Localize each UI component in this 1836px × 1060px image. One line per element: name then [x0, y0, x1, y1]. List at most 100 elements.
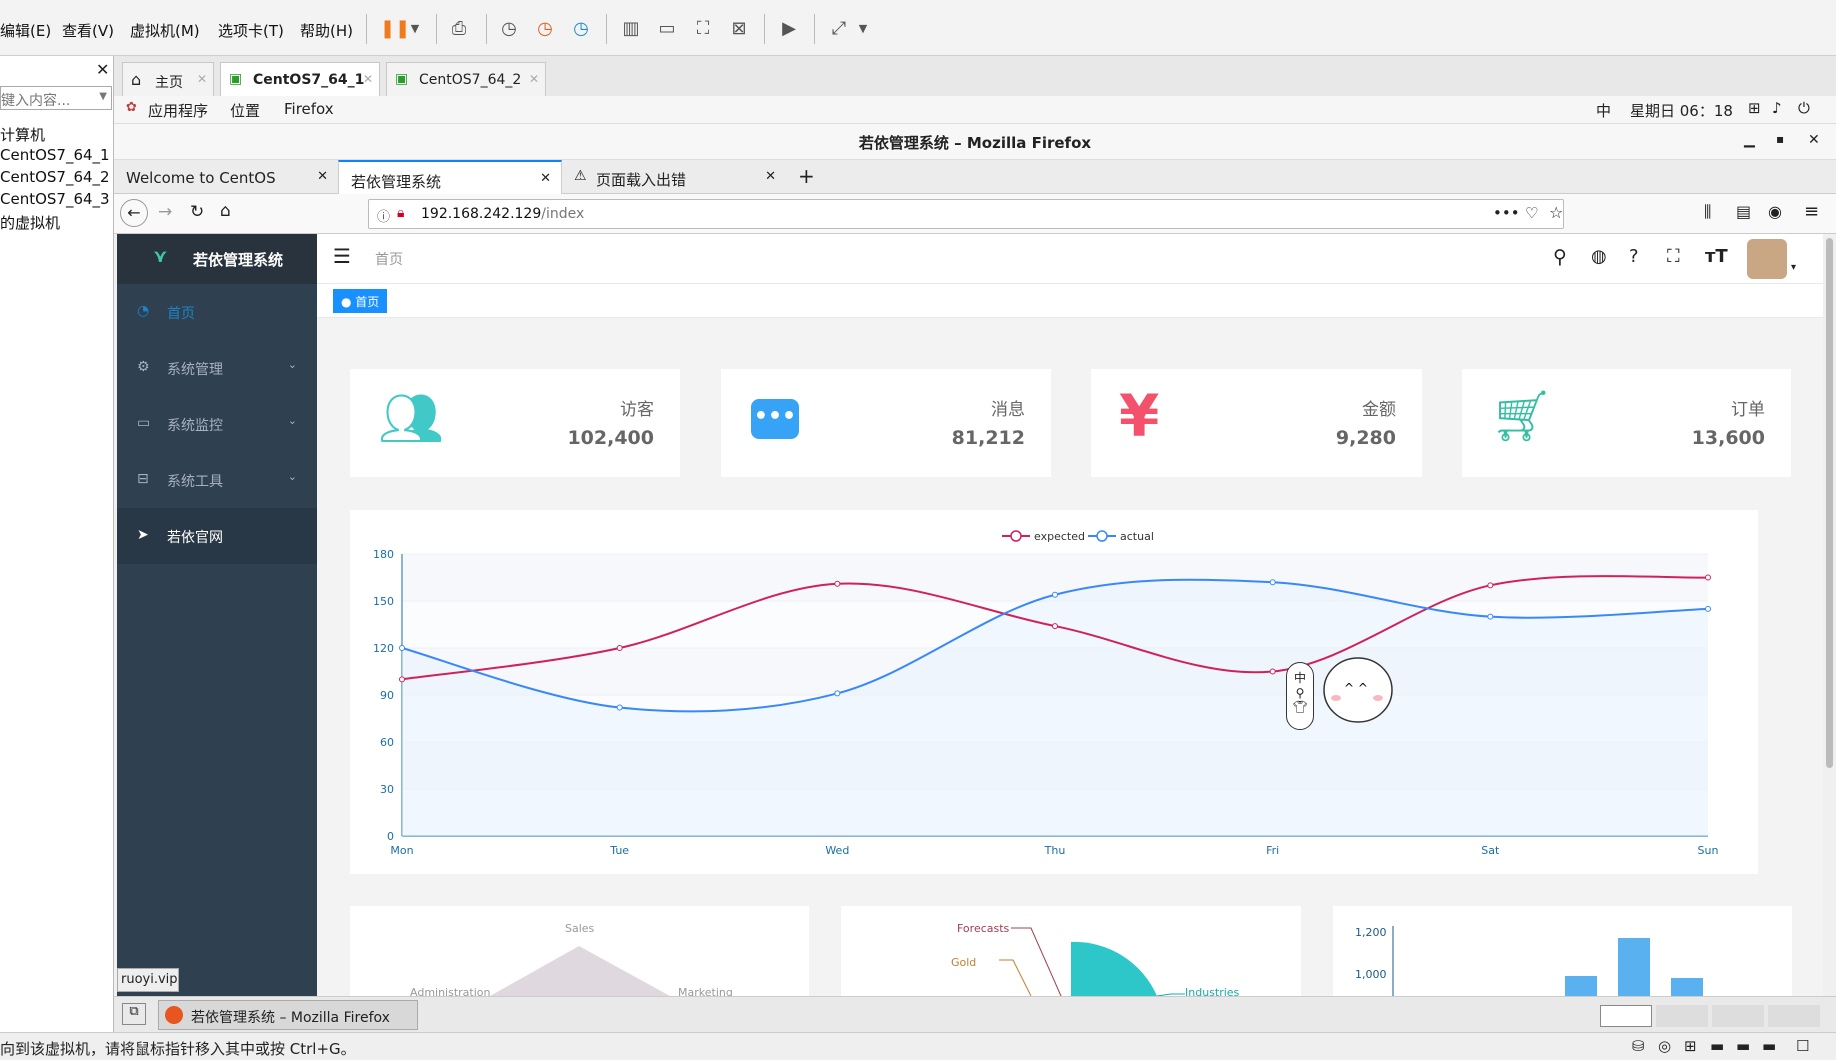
- sidebar-item-website[interactable]: ➤ 若依官网: [117, 508, 317, 564]
- library-item-computer[interactable]: 计算机: [0, 124, 45, 145]
- font-size-icon[interactable]: ᴛT: [1705, 246, 1728, 267]
- github-icon[interactable]: ◍: [1591, 246, 1607, 267]
- network-adapter-icon[interactable]: ⊞: [1684, 1037, 1697, 1055]
- url-field[interactable]: ⓘ 🔒︎ 192.168.242.129/index ••• ♡ ☆: [368, 199, 1564, 229]
- page-scrollbar[interactable]: [1823, 234, 1836, 996]
- sidebar-item-home[interactable]: ◔ 首页: [117, 284, 317, 340]
- hamburger-menu-icon[interactable]: ≡: [1804, 201, 1819, 222]
- search-icon[interactable]: ⚲: [1553, 246, 1567, 268]
- menu-view[interactable]: 查看(V): [62, 20, 114, 41]
- harddisk-icon[interactable]: ⛁: [1632, 1037, 1645, 1055]
- printer-icon[interactable]: ▬: [1736, 1037, 1750, 1055]
- tab-ruoyi[interactable]: 若依管理系统 ✕: [338, 160, 562, 194]
- sound-icon[interactable]: ▬: [1762, 1037, 1776, 1055]
- send-keys-icon[interactable]: ⎙: [448, 18, 470, 40]
- thumbnail-icon[interactable]: ▭: [656, 18, 678, 40]
- sidebar-item-tools[interactable]: ⊟ 系统工具 ⌄: [117, 452, 317, 508]
- tab-load-error[interactable]: ⚠ 页面载入出错 ✕: [562, 160, 786, 194]
- mascot-toolbar[interactable]: 中 ⚲ 👕︎: [1286, 662, 1314, 730]
- minimize-icon[interactable]: ▁: [1744, 132, 1755, 148]
- mascot-character[interactable]: ^ ^: [1322, 650, 1394, 728]
- close-icon[interactable]: ✕: [96, 60, 109, 79]
- home-icon[interactable]: ⌂: [220, 201, 231, 221]
- stat-card-amount[interactable]: ¥ 金额 9,280: [1091, 369, 1422, 477]
- library-icon[interactable]: ⫼: [1704, 202, 1711, 222]
- tag-home[interactable]: ● 首页: [333, 289, 388, 313]
- fullscreen-icon[interactable]: ⛶: [692, 18, 714, 40]
- ime-indicator[interactable]: 中: [1596, 100, 1611, 121]
- new-tab-icon[interactable]: +: [798, 164, 815, 188]
- maximize-icon[interactable]: ▪: [1776, 132, 1784, 146]
- menu-vm[interactable]: 虚拟机(M): [130, 20, 200, 41]
- library-item-centos1[interactable]: CentOS7_64_1: [0, 146, 110, 164]
- gnome-firefox-menu[interactable]: Firefox: [284, 100, 334, 118]
- clock[interactable]: 星期日 06：18: [1630, 100, 1733, 121]
- snapshot-manager-icon[interactable]: ◷: [570, 18, 592, 40]
- page-actions-icon[interactable]: •••: [1493, 204, 1520, 222]
- caret-down-icon[interactable]: ▾: [1791, 262, 1796, 273]
- fullscreen-icon[interactable]: ⛶: [1667, 246, 1680, 267]
- sidebar-icon[interactable]: ▤: [1736, 202, 1751, 221]
- menu-edit[interactable]: 编辑(E): [0, 20, 51, 41]
- close-icon[interactable]: ✕: [197, 72, 207, 86]
- workspace-1[interactable]: [1600, 1005, 1652, 1027]
- gnome-places-menu[interactable]: 位置: [230, 100, 260, 121]
- cdrom-icon[interactable]: ◎: [1658, 1037, 1671, 1055]
- library-search-input[interactable]: 键入内容... ▼: [0, 86, 112, 110]
- stat-card-orders[interactable]: 🛒︎ 订单 13,600: [1462, 369, 1791, 477]
- library-item-shared[interactable]: 的虚拟机: [0, 212, 60, 233]
- reload-icon[interactable]: ↻: [190, 202, 204, 222]
- close-icon[interactable]: ✕: [765, 169, 776, 184]
- stretch-icon[interactable]: ⤢: [828, 18, 850, 40]
- dropdown-arrow-icon[interactable]: ▼: [852, 18, 874, 40]
- close-icon[interactable]: ✕: [1808, 132, 1820, 148]
- sidebar-item-monitor[interactable]: ▭ 系统监控 ⌄: [117, 396, 317, 452]
- pocket-icon[interactable]: ♡: [1525, 204, 1538, 222]
- sidebar-toggle-icon[interactable]: ▥: [620, 18, 642, 40]
- account-icon[interactable]: ◉: [1768, 202, 1782, 221]
- pie-chart-card: Forecasts Gold Industries: [841, 906, 1301, 996]
- workspace-4[interactable]: [1768, 1005, 1820, 1027]
- bookmark-star-icon[interactable]: ☆: [1549, 203, 1563, 222]
- console-icon[interactable]: ▶: [778, 18, 800, 40]
- taskbar-window-firefox[interactable]: 若依管理系统 – Mozilla Firefox: [158, 1000, 418, 1030]
- close-icon[interactable]: ✕: [317, 169, 328, 184]
- snapshot-icon[interactable]: ◷: [498, 18, 520, 40]
- revert-snapshot-icon[interactable]: ◷: [534, 18, 556, 40]
- vm-tab-centos2[interactable]: ▣ CentOS7_64_2 ✕: [386, 62, 546, 96]
- close-icon[interactable]: ✕: [529, 72, 539, 86]
- y-tick-label: 120: [373, 642, 394, 655]
- close-icon[interactable]: ✕: [540, 171, 551, 186]
- stat-card-visitors[interactable]: 👥︎ 访客 102,400: [350, 369, 680, 477]
- power-icon[interactable]: ⏻: [1798, 99, 1810, 117]
- message-log-icon[interactable]: ☐: [1796, 1037, 1809, 1055]
- workspace-2[interactable]: [1656, 1005, 1708, 1027]
- info-icon[interactable]: ⓘ: [377, 206, 390, 225]
- library-item-centos3[interactable]: CentOS7_64_3: [0, 190, 110, 208]
- unity-icon[interactable]: ⊠: [728, 18, 750, 40]
- vm-tab-home[interactable]: ⌂ 主页 ✕: [122, 62, 214, 96]
- dropdown-arrow-icon[interactable]: ▼: [99, 91, 107, 102]
- menu-tabs[interactable]: 选项卡(T): [218, 20, 284, 41]
- menu-collapse-icon[interactable]: ☰: [333, 244, 351, 268]
- library-item-centos2[interactable]: CentOS7_64_2: [0, 168, 110, 186]
- show-desktop-icon[interactable]: ⧉: [122, 1003, 146, 1025]
- gnome-applications-menu[interactable]: 应用程序: [148, 100, 208, 121]
- sidebar-item-system[interactable]: ⚙ 系统管理 ⌄: [117, 340, 317, 396]
- vm-tab-centos1[interactable]: ▣ CentOS7_64_1 ✕: [220, 62, 380, 96]
- network-icon[interactable]: ⊞: [1748, 99, 1761, 117]
- pause-icon[interactable]: ❚❚: [380, 18, 410, 40]
- usb-icon[interactable]: ▬: [1710, 1037, 1724, 1055]
- avatar[interactable]: [1747, 239, 1787, 279]
- close-icon[interactable]: ✕: [363, 72, 373, 86]
- help-icon[interactable]: ?: [1629, 246, 1639, 267]
- menu-help[interactable]: 帮助(H): [300, 20, 353, 41]
- app-logo[interactable]: ⋎ 若依管理系统: [117, 234, 317, 284]
- tab-welcome[interactable]: Welcome to CentOS ✕: [114, 160, 338, 194]
- volume-icon[interactable]: ♪: [1772, 99, 1782, 117]
- dropdown-arrow-icon[interactable]: ▼: [404, 18, 426, 40]
- forward-icon[interactable]: →: [158, 202, 172, 222]
- stat-card-messages[interactable]: ••• 消息 81,212: [721, 369, 1051, 477]
- back-icon[interactable]: ←: [120, 199, 148, 227]
- workspace-3[interactable]: [1712, 1005, 1764, 1027]
